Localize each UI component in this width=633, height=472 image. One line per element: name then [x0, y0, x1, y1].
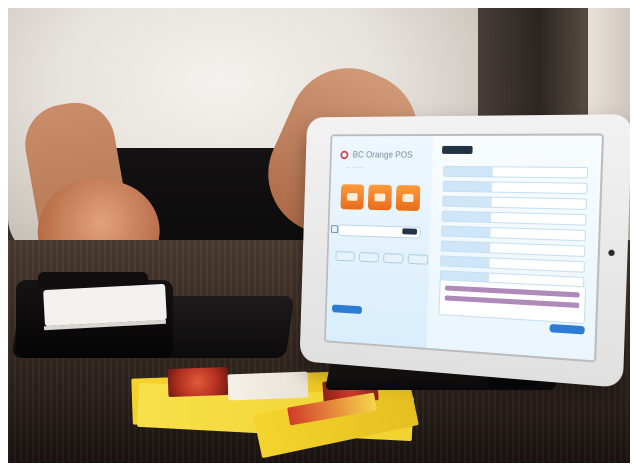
menu-button[interactable]	[408, 254, 429, 265]
menu-button[interactable]	[335, 251, 355, 261]
home-button	[608, 250, 615, 257]
panel-tag	[442, 146, 473, 154]
form-line[interactable]	[443, 181, 588, 194]
brand-text: BC Orange POS	[353, 150, 413, 160]
flyer-photo	[168, 367, 229, 397]
order-form	[440, 162, 588, 280]
flyer-photo	[228, 372, 309, 401]
confirm-button[interactable]	[550, 324, 585, 335]
action-tile[interactable]	[340, 184, 364, 209]
pos-right-panel	[426, 136, 602, 361]
brand-row: BC Orange POS	[340, 150, 413, 160]
tablet-screen: BC Orange POS ··· ··· ···	[324, 133, 604, 362]
action-tile[interactable]	[368, 185, 392, 211]
action-tile[interactable]	[396, 185, 421, 211]
note-line	[445, 295, 580, 308]
action-tiles	[340, 184, 420, 211]
menu-buttons	[335, 251, 428, 265]
tiny-text: ··· ··· ···	[345, 165, 364, 171]
menu-button[interactable]	[359, 252, 379, 263]
form-line[interactable]	[441, 240, 586, 257]
menu-button[interactable]	[383, 253, 403, 264]
search-button[interactable]	[402, 228, 417, 234]
form-line[interactable]	[443, 166, 588, 179]
blue-button[interactable]	[332, 304, 362, 314]
form-line[interactable]	[442, 196, 587, 210]
form-line[interactable]	[440, 255, 585, 272]
logo-icon	[340, 150, 348, 159]
photo-scene: BC Orange POS ··· ··· ···	[8, 8, 630, 463]
notes-box[interactable]	[439, 279, 587, 324]
form-line[interactable]	[441, 226, 586, 242]
pos-left-panel: BC Orange POS ··· ··· ···	[326, 136, 433, 348]
form-line[interactable]	[442, 211, 587, 226]
tablet-device: BC Orange POS ··· ··· ···	[300, 114, 630, 388]
